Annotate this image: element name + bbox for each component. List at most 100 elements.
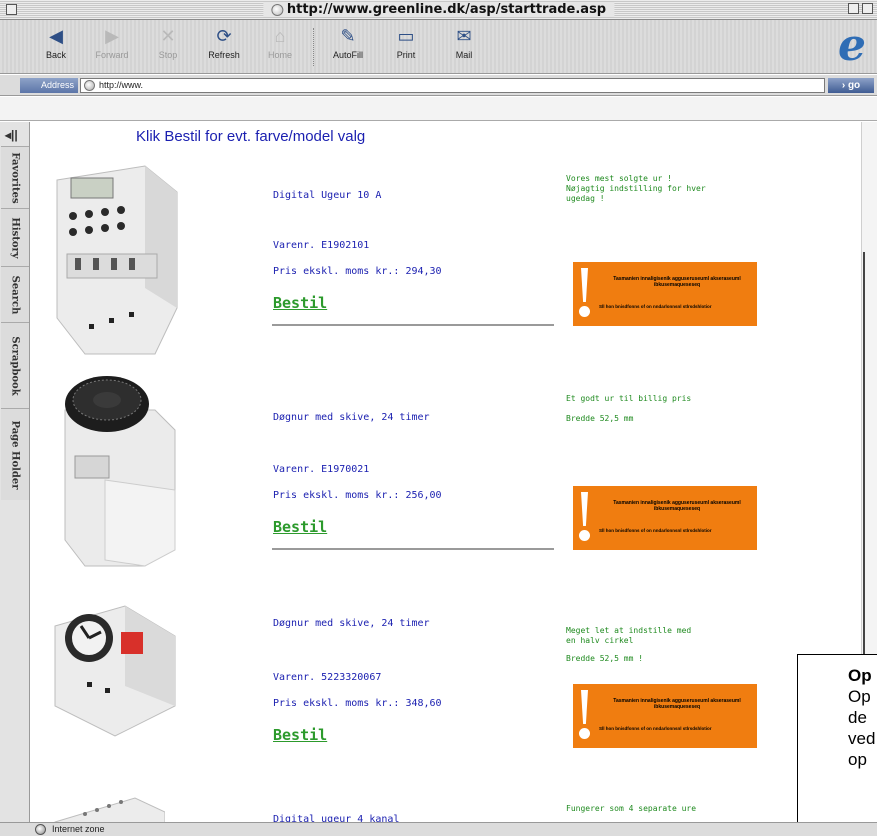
collapse-explorer-icon[interactable]: ◂|| xyxy=(5,128,18,142)
address-bar: Address http://www. › go xyxy=(0,75,877,96)
address-value: http://www. xyxy=(99,80,144,90)
tab-search[interactable]: Search xyxy=(1,266,29,322)
print-button[interactable]: ▭ Print xyxy=(380,26,432,60)
back-button[interactable]: ◀ Back xyxy=(30,26,82,60)
product-price: Pris ekskl. moms kr.: 348,60 xyxy=(273,698,442,709)
warning-text: Tasmanien innaligisenik agguseruseuml ak… xyxy=(613,500,741,512)
printer-icon: ▭ xyxy=(397,26,415,46)
forward-label: Forward xyxy=(95,50,129,60)
tab-scrapbook-label: Scrapbook xyxy=(9,335,21,396)
product-varenr: Varenr. E1970021 xyxy=(273,464,370,475)
callout-line: ved xyxy=(848,729,876,748)
desc-line: Et godt ur til billig pris xyxy=(566,394,692,403)
address-globe-icon xyxy=(84,80,95,91)
desc-line: Meget let at indstille med xyxy=(566,626,692,635)
exclamation-icon xyxy=(581,268,588,302)
warning-subtext: Sll hon bnisdfonns of on nndarlonnsnl st… xyxy=(599,304,712,309)
tab-scrapbook[interactable]: Scrapbook xyxy=(1,322,29,408)
product-varenr: Varenr. 5223320067 xyxy=(273,672,382,683)
warning-text: Tasmanien innaligisenik agguseruseuml ak… xyxy=(613,276,741,288)
window-buttons xyxy=(848,3,873,14)
desc-line: Bredde 52,5 mm ! xyxy=(566,654,644,663)
tab-favorites-label: Favorites xyxy=(9,151,21,204)
tab-history-label: History xyxy=(9,216,21,259)
product-name[interactable]: Døgnur med skive, 24 timer xyxy=(273,412,430,423)
exclamation-dot xyxy=(579,530,590,541)
desc-line: Fungerer som 4 separate ure xyxy=(566,804,697,813)
autofill-pen-icon: ✎ xyxy=(340,26,356,46)
tab-page-holder-label: Page Holder xyxy=(9,419,21,490)
warning-badge: Tasmanien innaligisenik agguseruseuml ak… xyxy=(573,262,757,326)
autofill-button[interactable]: ✎ AutoFill xyxy=(322,26,374,60)
bestil-button[interactable]: Bestil xyxy=(273,518,327,536)
desc-line: Vores mest solgte ur ! xyxy=(566,174,672,183)
product-divider xyxy=(272,324,554,326)
back-label: Back xyxy=(45,50,66,60)
desc-line: Nøjagtig indstilling for hver xyxy=(566,184,706,193)
toolbar-separator xyxy=(313,28,315,66)
page-content: Klik Bestil for evt. farve/model valg Di… xyxy=(31,122,861,822)
mail-envelope-icon: ✉ xyxy=(456,26,472,46)
desc-line xyxy=(566,646,756,654)
product-name[interactable]: Digital ugeur 4 kanal xyxy=(273,814,399,822)
callout-title: Op xyxy=(848,666,872,685)
callout-line: de xyxy=(848,708,867,727)
ie-logo-icon: e xyxy=(838,20,866,71)
internet-zone-icon xyxy=(35,824,46,835)
mail-label: Mail xyxy=(455,50,473,60)
globe-icon xyxy=(270,3,283,16)
refresh-label: Refresh xyxy=(208,50,240,60)
stop-button[interactable]: ✕ Stop xyxy=(142,26,194,60)
zoom-box[interactable] xyxy=(848,3,859,14)
product-description: Meget let at indstille med en halv cirke… xyxy=(566,626,756,664)
collapse-box[interactable] xyxy=(862,3,873,14)
exclamation-icon xyxy=(581,492,588,526)
exclamation-dot xyxy=(579,728,590,739)
product-image-4-channel-timer xyxy=(54,797,165,822)
autofill-label: AutoFill xyxy=(332,50,363,60)
warning-subtext: Sll hon bnisdfonns of on nndarlonnsnl st… xyxy=(599,726,712,731)
close-box[interactable] xyxy=(6,4,17,15)
warning-subtext: Sll hon bnisdfonns of on nndarlonnsnl st… xyxy=(599,528,712,533)
product-image-din-timer xyxy=(54,605,176,737)
back-arrow-icon: ◀ xyxy=(49,26,63,46)
product-description: Fungerer som 4 separate ure xyxy=(566,804,756,814)
product-description: Vores mest solgte ur ! Nøjagtig indstill… xyxy=(566,174,756,204)
home-label: Home xyxy=(267,50,292,60)
product-name[interactable]: Digital Ugeur 10 A xyxy=(273,190,381,201)
tab-search-label: Search xyxy=(9,275,21,314)
exclamation-dot xyxy=(579,306,590,317)
warning-text: Tasmanien innaligisenik agguseruseuml ak… xyxy=(613,698,741,710)
callout-line: Op xyxy=(848,687,871,706)
product-price: Pris ekskl. moms kr.: 256,00 xyxy=(273,490,442,501)
home-button[interactable]: ⌂ Home xyxy=(254,26,306,60)
page-heading: Klik Bestil for evt. farve/model valg xyxy=(136,128,366,145)
tab-history[interactable]: History xyxy=(1,208,29,266)
exclamation-icon xyxy=(581,690,588,724)
desc-line: ugedag ! xyxy=(566,194,605,203)
bestil-button[interactable]: Bestil xyxy=(273,726,327,744)
bestil-button[interactable]: Bestil xyxy=(273,294,327,312)
product-name[interactable]: Døgnur med skive, 24 timer xyxy=(273,618,430,629)
window-title-text: http://www.greenline.dk/asp/starttrade.a… xyxy=(286,2,607,17)
mail-button[interactable]: ✉ Mail xyxy=(438,26,490,60)
forward-button[interactable]: ▶ Forward xyxy=(86,26,138,60)
go-button[interactable]: › go xyxy=(828,78,874,93)
status-zone: Internet zone xyxy=(52,824,105,834)
desc-line xyxy=(566,404,756,414)
refresh-icon: ⟳ xyxy=(216,26,232,46)
tab-page-holder[interactable]: Page Holder xyxy=(1,408,29,500)
refresh-button[interactable]: ⟳ Refresh xyxy=(198,26,250,60)
forward-arrow-icon: ▶ xyxy=(105,26,119,46)
print-label: Print xyxy=(396,50,416,60)
desc-line: Bredde 52,5 mm xyxy=(566,414,634,423)
toolbar: ◀ Back ▶ Forward ✕ Stop ⟳ Refresh ⌂ Home… xyxy=(0,20,877,74)
go-label: go xyxy=(847,80,861,91)
window-title: http://www.greenline.dk/asp/starttrade.a… xyxy=(262,2,615,17)
title-bar: http://www.greenline.dk/asp/starttrade.a… xyxy=(0,0,877,20)
product-divider xyxy=(272,548,554,550)
address-input[interactable]: http://www. xyxy=(80,78,825,93)
product-varenr: Varenr. E1902101 xyxy=(273,240,370,251)
tab-favorites[interactable]: Favorites xyxy=(1,146,29,208)
explorer-bar: ◂|| Favorites History Search Scrapbook P… xyxy=(0,122,30,822)
